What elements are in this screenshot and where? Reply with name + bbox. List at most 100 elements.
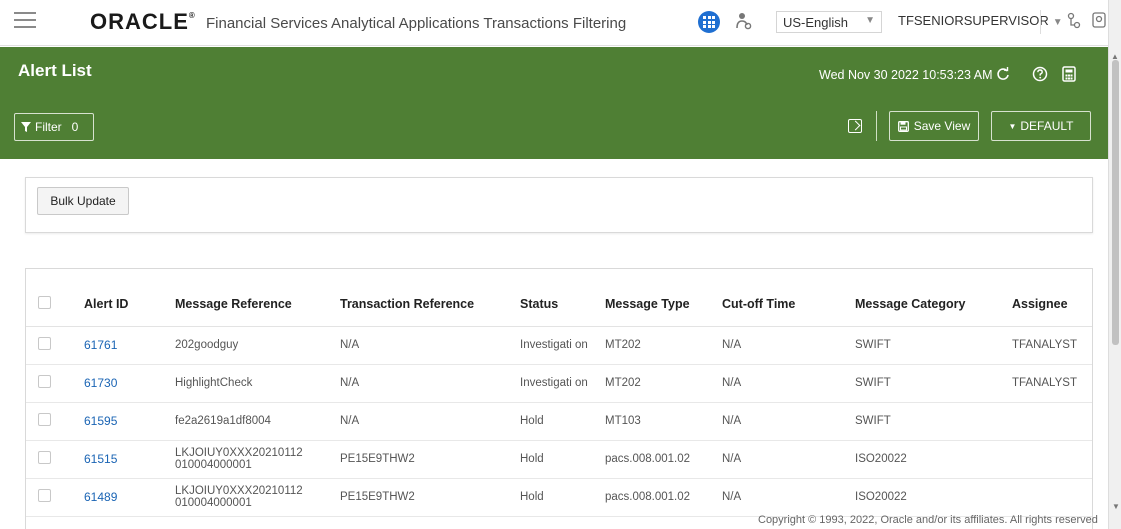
transaction-reference: PE15E9THW2 (340, 478, 520, 517)
current-datetime: Wed Nov 30 2022 10:53:23 AM (819, 68, 993, 82)
status: Hold (520, 402, 605, 441)
status: Investigati on (520, 364, 605, 403)
message-category: SWIFT (855, 402, 1012, 441)
status: Hold (520, 478, 605, 517)
assignee (1012, 402, 1092, 441)
alert-id-link[interactable]: 61761 (84, 338, 117, 352)
save-icon (897, 120, 909, 132)
bulk-actions-panel: Bulk Update (25, 177, 1093, 233)
message-category: SWIFT (855, 364, 1012, 403)
top-header: ORACLE® Financial Services Analytical Ap… (0, 0, 1108, 46)
message-category: SWIFT (855, 326, 1012, 365)
assignee (1012, 478, 1092, 517)
message-category: ISO20022 (855, 440, 1012, 479)
caret-down-icon: ▼ (1008, 121, 1017, 131)
cutoff-time: N/A (722, 364, 855, 403)
assignee: TFANALYST (1012, 364, 1092, 403)
status: Investigati on (520, 326, 605, 365)
scroll-thumb[interactable] (1112, 60, 1119, 345)
filter-label: Filter (35, 120, 62, 134)
alert-id-link[interactable]: 61730 (84, 376, 117, 390)
table-header-row: Alert ID Message Reference Transaction R… (26, 269, 1092, 327)
row-checkbox[interactable] (38, 413, 51, 426)
alert-id-link[interactable]: 61515 (84, 452, 117, 466)
apps-grid-icon[interactable] (698, 11, 720, 33)
scroll-down-icon[interactable]: ▼ (1112, 502, 1120, 511)
message-type: MT202 (605, 364, 722, 403)
cutoff-time: N/A (722, 478, 855, 517)
transaction-reference: N/A (340, 364, 520, 403)
default-view-dropdown[interactable]: ▼ DEFAULT (991, 111, 1091, 141)
org-chart-icon[interactable] (1066, 12, 1082, 30)
page-title: Alert List (18, 61, 92, 80)
expand-icon[interactable] (848, 119, 862, 133)
transaction-reference: N/A (340, 326, 520, 365)
table-row[interactable]: 61761 202goodguy N/A Investigati on MT20… (26, 326, 1092, 365)
table-row[interactable]: 61515 LKJOIUY0XXX20210112 010004000001 P… (26, 440, 1092, 479)
app-title: Financial Services Analytical Applicatio… (206, 15, 627, 32)
message-reference: LKJOIUY0XXX20210112 010004000001 (175, 478, 340, 517)
column-header[interactable]: Transaction Reference (340, 269, 520, 327)
bulk-update-button[interactable]: Bulk Update (37, 187, 129, 215)
column-header[interactable]: Message Reference (175, 269, 340, 327)
user-name: TFSENIORSUPERVISOR (898, 13, 1049, 28)
message-reference: fe2a2619a1df8004 (175, 402, 340, 441)
message-reference: LKJOIUY0XXX20210112 010004000001 (175, 440, 340, 479)
toolbar-divider (876, 111, 877, 141)
save-view-button[interactable]: Save View (889, 111, 979, 141)
alert-id-link[interactable]: 61595 (84, 414, 117, 428)
refresh-icon[interactable] (994, 65, 1012, 83)
column-header[interactable]: Assignee (1012, 269, 1092, 327)
transaction-reference: PE15E9THW2 (340, 440, 520, 479)
column-header[interactable]: Cut-off Time (722, 269, 855, 327)
filter-button[interactable]: Filter 0 (14, 113, 94, 141)
message-type: pacs.008.001.02 (605, 478, 722, 517)
message-type: MT103 (605, 402, 722, 441)
status: Hold (520, 440, 605, 479)
column-header[interactable]: Status (520, 269, 605, 327)
table-row[interactable]: 61489 LKJOIUY0XXX20210112 010004000001 P… (26, 478, 1092, 517)
message-reference: HighlightCheck (175, 364, 340, 403)
header-divider (1040, 10, 1041, 34)
message-type: MT202 (605, 326, 722, 365)
app-window: ORACLE® Financial Services Analytical Ap… (0, 0, 1121, 529)
caret-down-icon: ▼ (865, 15, 875, 26)
profile-icon[interactable] (1092, 12, 1106, 28)
select-all-header (26, 269, 84, 327)
assignee: TFANALYST (1012, 326, 1092, 365)
column-header[interactable]: Message Category (855, 269, 1012, 327)
calculator-icon[interactable] (1060, 65, 1078, 83)
cutoff-time: N/A (722, 440, 855, 479)
alert-id-link[interactable]: 61489 (84, 490, 117, 504)
filter-count: 0 (71, 120, 79, 134)
filter-icon (21, 122, 31, 132)
row-checkbox[interactable] (38, 451, 51, 464)
page-scrollbar[interactable]: ▲ ▼ (1108, 0, 1121, 529)
hamburger-menu-icon[interactable] (14, 12, 36, 30)
oracle-logo: ORACLE® (90, 9, 196, 34)
row-checkbox[interactable] (38, 375, 51, 388)
language-value: US-English (783, 15, 849, 30)
help-icon[interactable] (1031, 65, 1049, 83)
cutoff-time: N/A (722, 326, 855, 365)
column-header[interactable]: Message Type (605, 269, 722, 327)
row-checkbox[interactable] (38, 337, 51, 350)
save-view-label: Save View (913, 119, 971, 133)
assignee (1012, 440, 1092, 479)
message-category: ISO20022 (855, 478, 1012, 517)
select-all-checkbox[interactable] (38, 296, 51, 310)
message-reference: 202goodguy (175, 326, 340, 365)
table-row[interactable]: 61595 fe2a2619a1df8004 N/A Hold MT103 N/… (26, 402, 1092, 441)
alert-table-panel: Alert ID Message Reference Transaction R… (25, 268, 1093, 529)
person-tool-icon[interactable] (736, 12, 752, 30)
column-header[interactable]: Alert ID (84, 269, 175, 327)
page-header-band: Alert List Wed Nov 30 2022 10:53:23 AM F… (0, 47, 1108, 159)
cutoff-time: N/A (722, 402, 855, 441)
message-type: pacs.008.001.02 (605, 440, 722, 479)
caret-down-icon: ▼ (1052, 17, 1063, 28)
user-menu[interactable]: TFSENIORSUPERVISOR ▼ (898, 13, 1063, 28)
copyright-footer: Copyright © 1993, 2022, Oracle and/or it… (758, 514, 1098, 526)
table-row[interactable]: 61730 HighlightCheck N/A Investigati on … (26, 364, 1092, 403)
language-select[interactable]: US-English ▼ (776, 11, 882, 33)
row-checkbox[interactable] (38, 489, 51, 502)
